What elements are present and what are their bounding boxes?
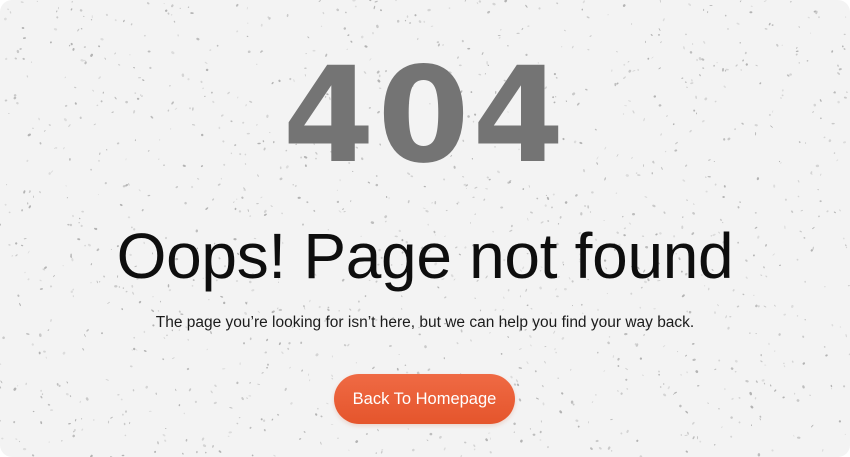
error-headline: Oops! Page not found bbox=[116, 220, 734, 292]
back-to-homepage-button[interactable]: Back To Homepage bbox=[334, 374, 515, 424]
error-message: The page you’re looking for isn’t here, … bbox=[155, 314, 695, 331]
error-content: 404 Oops! Page not found The page you’re… bbox=[0, 0, 850, 457]
error-page: 404 Oops! Page not found The page you’re… bbox=[0, 0, 850, 457]
error-code: 404 bbox=[282, 39, 568, 193]
